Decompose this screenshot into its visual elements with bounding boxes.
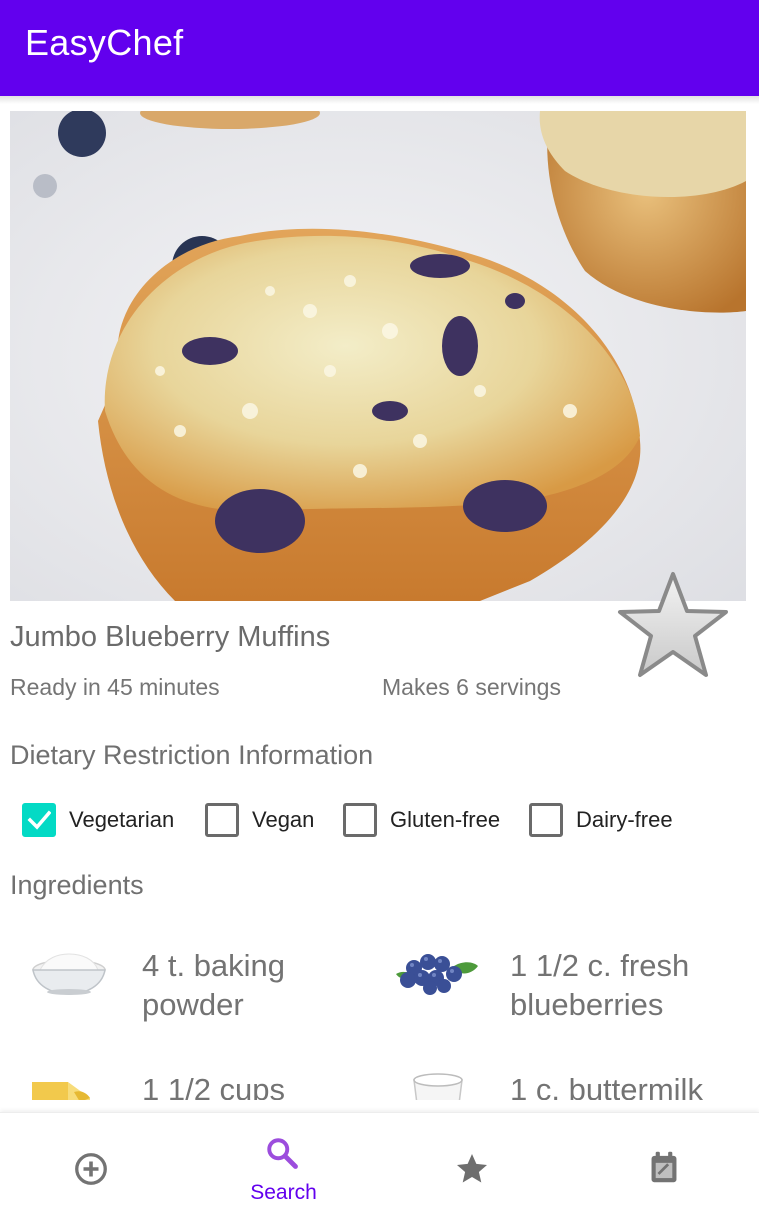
dietary-heading: Dietary Restriction Information — [10, 740, 374, 770]
butter — [32, 1082, 90, 1100]
nav-search[interactable]: Search — [189, 1113, 378, 1212]
app-title: EasyChef — [25, 22, 184, 63]
calendar-icon[interactable] — [647, 1149, 681, 1185]
ingredient-text-line: powder — [142, 987, 244, 1022]
nav-label-search: Search — [250, 1181, 317, 1204]
checkbox-gluten-free[interactable]: Gluten-free — [343, 802, 500, 838]
buttermilk-cup — [413, 1073, 463, 1100]
ingredient-text-line: 1 c. buttermilk — [510, 1072, 703, 1100]
app-bar-shadow — [0, 96, 759, 104]
checkbox-unchecked-icon[interactable] — [529, 803, 563, 837]
checkbox-label: Gluten-free — [390, 807, 501, 832]
ingredient-item: 4 t. baking powder — [0, 936, 370, 1046]
nav-add[interactable] — [0, 1113, 189, 1212]
checkbox-label: Vegetarian — [69, 807, 175, 832]
checkbox-unchecked-icon[interactable] — [205, 803, 239, 837]
blueberry-muffin-photo — [10, 111, 746, 601]
add-circle-icon[interactable] — [73, 1151, 109, 1187]
star-icon[interactable] — [454, 1151, 490, 1187]
bottom-navigation: Search — [0, 1112, 759, 1212]
checkbox-label: Dairy-free — [576, 807, 673, 832]
ingredient-text-line: 4 t. baking — [142, 948, 286, 983]
checkbox-unchecked-icon[interactable] — [343, 803, 377, 837]
checkbox-vegan[interactable]: Vegan — [205, 802, 314, 838]
nav-favorites[interactable] — [378, 1113, 567, 1212]
checkbox-label: Vegan — [252, 807, 315, 832]
checkbox-checked-icon[interactable] — [22, 803, 56, 837]
ingredient-item: 1 1/2 c. fresh blueberries — [370, 936, 759, 1046]
ingredient-text-line: blueberries — [510, 987, 664, 1022]
nav-meal-plan[interactable] — [567, 1113, 756, 1212]
star-outline-icon[interactable] — [612, 568, 734, 686]
recipe-image — [10, 111, 746, 601]
servings: Makes 6 servings — [382, 674, 561, 700]
ingredient-text-line: 1 1/2 cups — [142, 1072, 286, 1100]
ingredient-text-line: 1 1/2 c. fresh — [510, 948, 690, 983]
blueberries — [396, 954, 478, 995]
baking-powder-bowl — [32, 953, 106, 995]
checkbox-vegetarian[interactable]: Vegetarian — [22, 802, 174, 838]
recipe-scroll-view[interactable]: Jumbo Blueberry Muffins Ready in 45 minu… — [0, 96, 759, 1100]
recipe-title: Jumbo Blueberry Muffins — [10, 621, 331, 653]
ready-time: Ready in 45 minutes — [10, 674, 220, 700]
search-icon[interactable] — [264, 1135, 300, 1171]
checkbox-dairy-free[interactable]: Dairy-free — [529, 802, 673, 838]
ingredient-item: 1 1/2 cups — [0, 1056, 370, 1100]
app-bar: EasyChef — [0, 0, 759, 96]
ingredient-item: 1 c. buttermilk — [370, 1056, 759, 1100]
ingredients-heading: Ingredients — [10, 870, 144, 900]
